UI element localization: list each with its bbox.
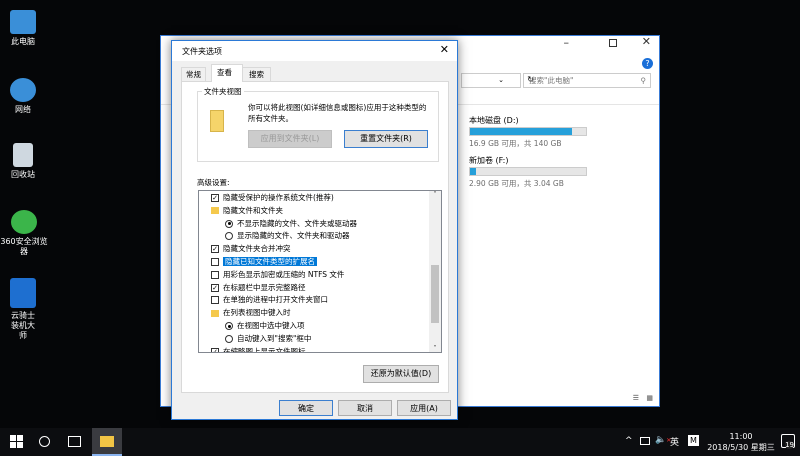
volume-muted-icon[interactable]: 🔈✕ (655, 435, 671, 445)
advanced-setting-folder[interactable]: 在列表视图中键入时 (211, 307, 291, 319)
folder-icon (211, 309, 219, 317)
desktop-icon-this-pc[interactable]: 此电脑 (0, 10, 46, 47)
scrollbar[interactable]: ˄ ˅ (429, 191, 441, 352)
folder-icon (100, 436, 114, 447)
start-button[interactable] (10, 435, 23, 448)
tab-search[interactable]: 搜索 (242, 67, 271, 81)
checkbox-checked[interactable]: ✓ (211, 283, 219, 292)
taskbar-file-explorer[interactable] (92, 428, 122, 456)
advanced-setting-checkbox[interactable]: 在单独的进程中打开文件夹窗口 (211, 294, 328, 306)
checkbox-checked[interactable]: ✓ (211, 194, 219, 202)
drive-d-name[interactable]: 本地磁盘 (D:) (469, 115, 519, 126)
advanced-settings-list[interactable]: ˄ ˅ ✓ 隐藏受保护的操作系统文件(推荐) 隐藏文件和文件夹 不显示隐藏的文件、文件… (198, 190, 442, 353)
radio-unselected[interactable] (225, 334, 233, 343)
show-hidden-icons[interactable]: ^ (625, 436, 633, 446)
desktop-icon-network[interactable]: 网络 (0, 78, 46, 115)
advanced-setting-radio[interactable]: 不显示隐藏的文件、文件夹或驱动器 (225, 218, 357, 230)
folder-options-dialog: 文件夹选项 ✕ 常规 查看 搜索 文件夹视图 你可以将此视图(如详细信息或图标)… (171, 40, 458, 420)
clock[interactable]: 11:00 2018/5/30 星期三 (705, 431, 777, 453)
desktop-icon-360-browser[interactable]: 360安全浏览器 (0, 210, 48, 257)
checkbox-unchecked[interactable] (211, 258, 219, 266)
dialog-title: 文件夹选项 (182, 47, 222, 56)
radio-unselected[interactable] (225, 232, 233, 241)
advanced-setting-checkbox[interactable]: ✓ 隐藏文件夹合并冲突 (211, 243, 291, 255)
recycle-bin-icon (13, 143, 33, 167)
browser-icon (11, 210, 37, 234)
advanced-setting-checkbox[interactable]: 用彩色显示加密或压缩的 NTFS 文件 (211, 269, 344, 281)
desktop-icon-yunqishi[interactable]: 云骑士装机大师 (0, 278, 46, 341)
checkbox-unchecked[interactable] (211, 270, 219, 279)
checkbox-unchecked[interactable] (211, 296, 219, 305)
radio-selected[interactable] (225, 322, 233, 330)
tab-general[interactable]: 常规 (181, 67, 206, 81)
network-tray-icon[interactable] (640, 437, 650, 445)
apply-button[interactable]: 应用(A) (397, 400, 451, 416)
tab-panel-view: 文件夹视图 你可以将此视图(如详细信息或图标)应用于这种类型的所有文件夹。 应用… (181, 81, 449, 393)
network-icon (10, 78, 36, 102)
maximize-button[interactable] (609, 39, 617, 47)
computer-icon (10, 10, 36, 34)
search-icon: ⚲ (640, 76, 647, 85)
apply-to-folders-button[interactable]: 应用到文件夹(L) (248, 130, 332, 148)
folder-icon (210, 110, 224, 132)
advanced-setting-checkbox[interactable]: ✓ 在缩略图上显示文件图标 (211, 346, 306, 352)
checkbox-checked[interactable]: ✓ (211, 245, 219, 254)
advanced-setting-folder[interactable]: 隐藏文件和文件夹 (211, 205, 283, 217)
search-button[interactable] (39, 436, 50, 447)
folder-view-group: 文件夹视图 你可以将此视图(如详细信息或图标)应用于这种类型的所有文件夹。 应用… (197, 86, 439, 162)
help-icon[interactable]: ? (642, 58, 653, 69)
close-button[interactable]: ✕ (642, 35, 651, 48)
minimize-button[interactable]: – (564, 36, 570, 49)
radio-selected[interactable] (225, 219, 233, 228)
ime-mode-icon[interactable]: M (688, 435, 699, 446)
advanced-setting-radio[interactable]: 在视图中选中键入项 (225, 320, 305, 332)
taskbar: ^ 🔈✕ 英 M 11:00 2018/5/30 星期三 19 (0, 428, 800, 456)
drive-f-usage-bar (469, 167, 587, 176)
checkbox-checked[interactable]: ✓ (211, 347, 219, 352)
restore-defaults-button[interactable]: 还原为默认值(D) (363, 365, 439, 383)
advanced-setting-checkbox[interactable]: 隐藏已知文件类型的扩展名 (211, 256, 317, 268)
ime-indicator[interactable]: 英 (670, 435, 679, 448)
desktop-icon-recycle-bin[interactable]: 回收站 (0, 143, 46, 180)
dialog-close-button[interactable]: ✕ (440, 43, 449, 56)
advanced-setting-radio[interactable]: 自动键入到"搜索"框中 (225, 333, 311, 345)
folder-icon (211, 207, 219, 215)
action-center-icon[interactable]: 19 (781, 434, 795, 449)
tiles-view-icon[interactable]: ▦ (646, 394, 653, 402)
ok-button[interactable]: 确定 (279, 400, 333, 416)
tab-view[interactable]: 查看 (211, 64, 243, 82)
advanced-setting-checkbox[interactable]: ✓ 隐藏受保护的操作系统文件(推荐) (211, 192, 334, 204)
scrollbar-thumb[interactable] (431, 265, 439, 323)
advanced-setting-radio[interactable]: 显示隐藏的文件、文件夹和驱动器 (225, 230, 350, 242)
drive-d-usage-bar (469, 127, 587, 136)
details-view-icon[interactable]: ☰ (633, 394, 639, 402)
drive-f-name[interactable]: 新加卷 (F:) (469, 155, 508, 166)
cancel-button[interactable]: 取消 (338, 400, 392, 416)
search-input[interactable]: 搜索"此电脑" ⚲ (523, 73, 651, 88)
advanced-setting-checkbox[interactable]: ✓ 在标题栏中显示完整路径 (211, 282, 306, 294)
reset-folders-button[interactable]: 重置文件夹(R) (344, 130, 428, 148)
installer-icon (10, 278, 36, 308)
task-view-button[interactable] (68, 436, 81, 447)
address-bar[interactable]: ⌄ ↻ (461, 73, 534, 88)
